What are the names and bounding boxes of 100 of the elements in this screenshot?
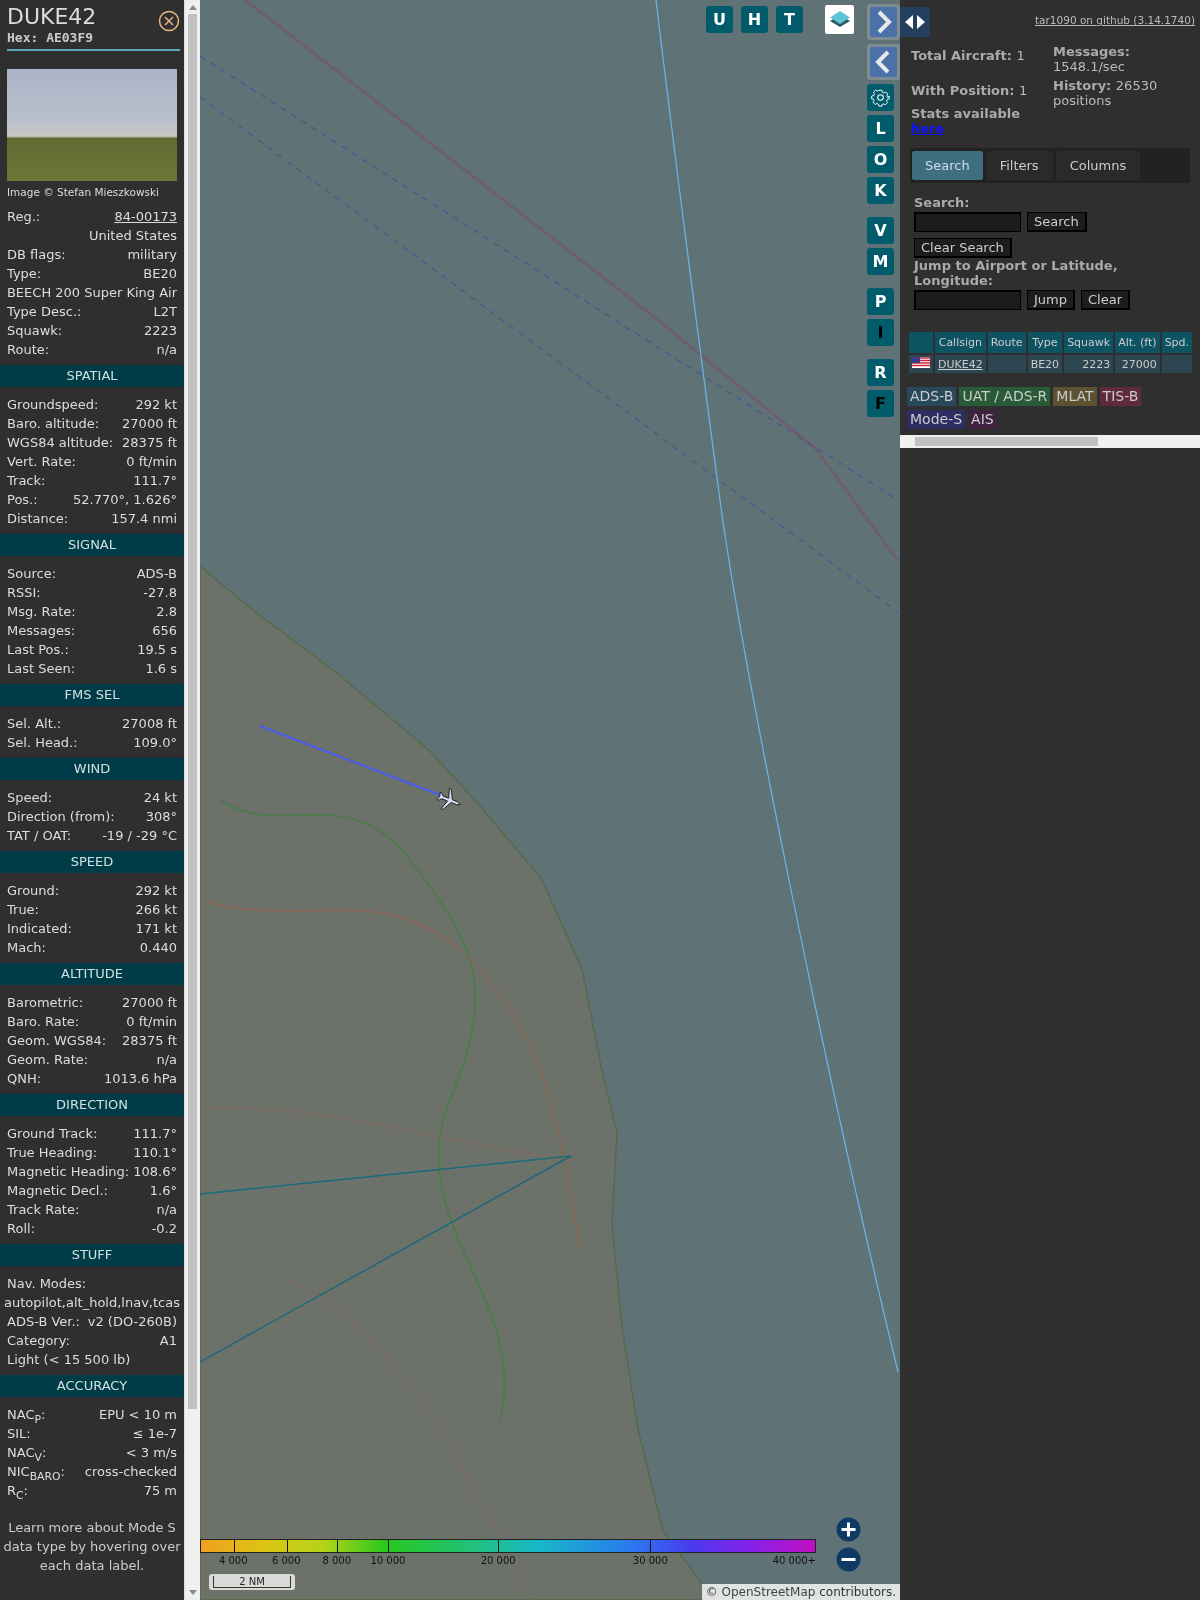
map-toggle-button[interactable]: R bbox=[867, 359, 894, 386]
field-value: L2T bbox=[153, 303, 177, 321]
field-label: Last Pos.: bbox=[7, 641, 69, 659]
field-label: Roll: bbox=[7, 1220, 35, 1238]
search-button[interactable]: Search bbox=[1027, 212, 1087, 232]
field-label: NAC$_{P}$: bbox=[7, 1406, 46, 1424]
field-label: R$_{C}$: bbox=[7, 1482, 28, 1500]
field-value: 27000 ft bbox=[122, 415, 177, 433]
horizontal-scrollbar[interactable] bbox=[900, 435, 1200, 448]
column-header[interactable]: Callsign bbox=[935, 332, 986, 353]
field-value: ≤ 1e-7 bbox=[132, 1425, 177, 1443]
field-value: -0.2 bbox=[151, 1220, 177, 1238]
stats-note: Stats available bbox=[911, 106, 1022, 121]
field-label: Groundspeed: bbox=[7, 396, 99, 414]
field-label: Messages: bbox=[7, 622, 76, 640]
table-cell: 27000 bbox=[1115, 355, 1160, 373]
zoom-in-button[interactable] bbox=[836, 1517, 861, 1542]
field-label: Vert. Rate: bbox=[7, 453, 76, 471]
field-value: 656 bbox=[152, 622, 177, 640]
map-toggle-button[interactable]: H bbox=[741, 6, 768, 33]
source-tag: Mode-S bbox=[907, 410, 966, 429]
github-link[interactable]: tar1090 on github (3.14.1740) bbox=[1035, 14, 1195, 26]
source-tag: AIS bbox=[968, 410, 997, 429]
clear-button[interactable]: Clear bbox=[1081, 290, 1130, 310]
table-cell bbox=[1161, 355, 1193, 373]
altitude-label: 6 000 bbox=[271, 1555, 301, 1566]
field-value: EPU < 10 m bbox=[98, 1406, 177, 1424]
registration-link[interactable]: 84-00173 bbox=[114, 207, 177, 226]
flag-icon bbox=[912, 357, 930, 368]
field-value: 109.0° bbox=[133, 734, 177, 752]
tab[interactable]: Columns bbox=[1055, 151, 1141, 180]
field-value: 0.440 bbox=[139, 939, 177, 957]
table-cell: 2223 bbox=[1064, 355, 1114, 373]
column-header[interactable]: Squawk bbox=[1064, 332, 1114, 353]
panel-toggle-button[interactable] bbox=[900, 7, 930, 37]
field-label: Speed: bbox=[7, 789, 53, 807]
altitude-label: 30 000 bbox=[632, 1555, 668, 1566]
section-header: FMS SEL bbox=[0, 684, 184, 706]
field-label: Last Seen: bbox=[7, 660, 76, 678]
collapse-button[interactable] bbox=[867, 44, 900, 80]
close-icon[interactable] bbox=[158, 10, 180, 32]
field-value: 28375 ft bbox=[122, 1032, 177, 1050]
jump-field[interactable] bbox=[914, 290, 1021, 310]
field-label: True: bbox=[7, 901, 39, 919]
field-value: BEECH 200 Super King Air bbox=[6, 284, 178, 302]
settings-button[interactable] bbox=[867, 84, 894, 111]
column-header[interactable]: Alt. (ft) bbox=[1115, 332, 1160, 353]
altitude-label: 40 000+ bbox=[772, 1555, 816, 1566]
field-label: Track Rate: bbox=[7, 1201, 80, 1219]
field-label: Baro. altitude: bbox=[7, 415, 100, 433]
field-label: Magnetic Decl.: bbox=[7, 1182, 108, 1200]
map-toggle-button[interactable]: P bbox=[867, 288, 894, 315]
section-header: SIGNAL bbox=[0, 534, 184, 556]
field-label: Source: bbox=[7, 565, 57, 583]
altitude-label: 8 000 bbox=[322, 1555, 352, 1566]
zoom-out-button[interactable] bbox=[836, 1547, 861, 1572]
tab[interactable]: Search bbox=[912, 151, 983, 180]
field-value: cross-checked bbox=[84, 1463, 177, 1481]
field-label: Baro. Rate: bbox=[7, 1013, 80, 1031]
clear-search-button[interactable]: Clear Search bbox=[914, 238, 1012, 258]
map-toggle-button[interactable]: V bbox=[867, 217, 894, 244]
scrollbar[interactable] bbox=[184, 0, 200, 1600]
field-value: 1.6° bbox=[149, 1182, 177, 1200]
map-toggle-button[interactable]: U bbox=[706, 6, 733, 33]
attribution-text: © OpenStreetMap contributors. bbox=[701, 1584, 900, 1600]
map-toggle-button[interactable]: T bbox=[776, 6, 803, 33]
field-value: 0 ft/min bbox=[126, 1013, 177, 1031]
field-value: 308° bbox=[145, 808, 177, 826]
column-header[interactable]: Spd. bbox=[1161, 332, 1193, 353]
field-label: Barometric: bbox=[7, 994, 84, 1012]
attribution-link[interactable]: OpenStreetMap bbox=[721, 1585, 816, 1599]
field-value: n/a bbox=[156, 1051, 177, 1069]
search-field[interactable] bbox=[914, 212, 1021, 232]
map-toggle-button[interactable]: M bbox=[867, 248, 894, 275]
section-header: SPATIAL bbox=[0, 365, 184, 387]
field-label: Ground Track: bbox=[7, 1125, 98, 1143]
column-header[interactable]: Type bbox=[1027, 332, 1063, 353]
scroll-down-icon[interactable] bbox=[189, 1590, 197, 1596]
stat-text: With Position: 1 bbox=[911, 83, 1029, 98]
field-value: n/a bbox=[156, 1201, 177, 1219]
map-toggle-button[interactable]: L bbox=[867, 115, 894, 142]
field-value: 171 kt bbox=[135, 920, 177, 938]
jump-button[interactable]: Jump bbox=[1027, 290, 1075, 310]
altitude-label: 4 000 bbox=[218, 1555, 248, 1566]
field-value: 28375 ft bbox=[122, 434, 177, 452]
map-toggle-button[interactable]: K bbox=[867, 177, 894, 204]
field-label: Search: bbox=[914, 195, 971, 210]
map-toggle-button[interactable]: O bbox=[867, 146, 894, 173]
airplane-icon[interactable] bbox=[436, 787, 461, 810]
scroll-up-icon[interactable] bbox=[189, 4, 197, 10]
layers-button[interactable] bbox=[825, 5, 854, 34]
field-value: 1013.6 hPa bbox=[103, 1070, 177, 1088]
field-label: QNH: bbox=[7, 1070, 42, 1088]
field-label: Jump to Airport or Latitude, Longitude: bbox=[914, 258, 1119, 288]
field-value: 111.7° bbox=[133, 1125, 177, 1143]
section-header: STUFF bbox=[0, 1244, 184, 1266]
tab[interactable]: Filters bbox=[985, 151, 1053, 180]
expand-button[interactable] bbox=[867, 4, 900, 40]
source-tag: MLAT bbox=[1053, 387, 1097, 406]
column-header[interactable]: Route bbox=[987, 332, 1026, 353]
